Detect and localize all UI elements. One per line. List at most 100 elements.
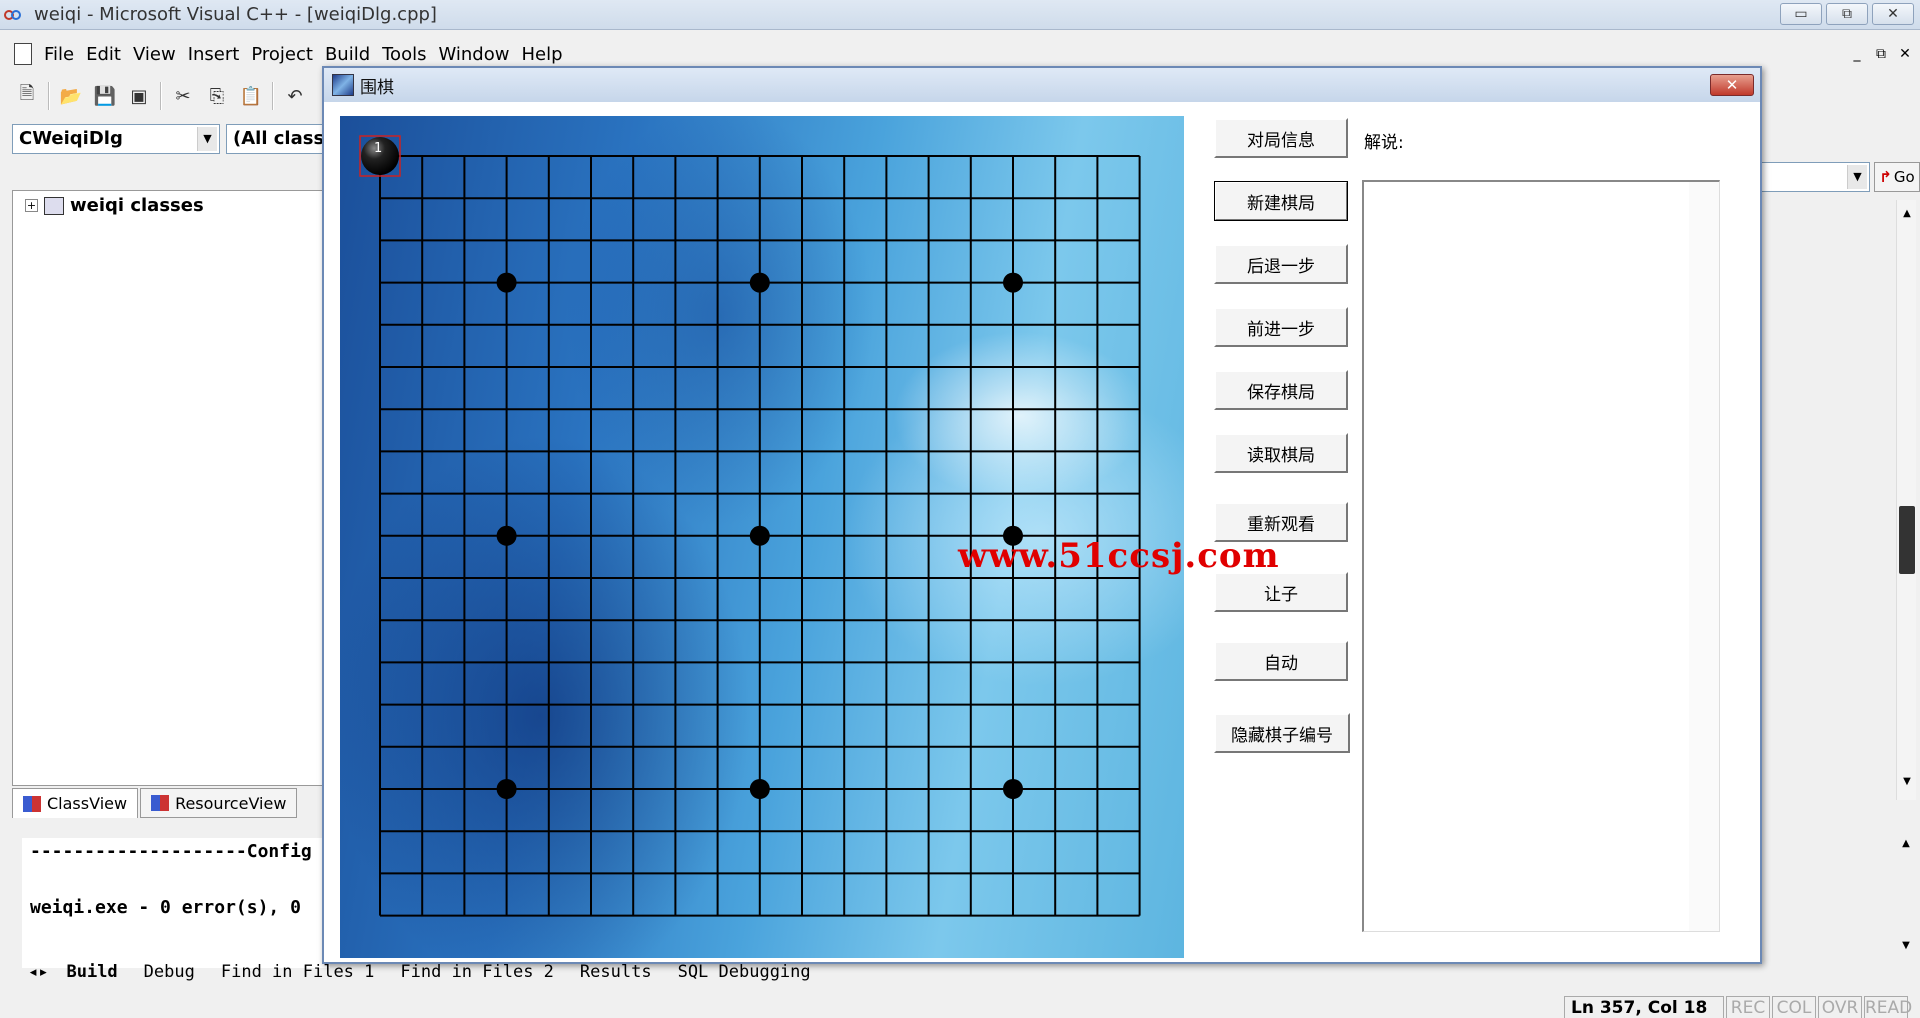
undo-move-button[interactable]: 后退一步 [1214, 244, 1348, 284]
tree-item-label: weiqi classes [70, 195, 204, 216]
hide-stone-numbers-button[interactable]: 隐藏棋子编号 [1214, 713, 1350, 753]
mdi-close-button[interactable]: ✕ [1894, 44, 1916, 64]
tab-find-in-files-2[interactable]: Find in Files 2 [392, 962, 562, 982]
classes-icon [44, 196, 64, 215]
chevron-down-icon[interactable]: ▼ [197, 127, 217, 151]
resourceview-icon [151, 795, 170, 811]
output-vertical-scrollbar[interactable]: ▲ ▼ [1896, 838, 1916, 968]
go-combo[interactable]: ▼ [1760, 162, 1870, 192]
save-all-icon[interactable]: ▣ [126, 83, 152, 109]
tab-resourceview[interactable]: ResourceView [140, 788, 298, 818]
menu-tools[interactable]: Tools [376, 44, 432, 65]
new-text-file-icon[interactable]: 🗎 [14, 83, 40, 109]
stone-number: 1 [374, 141, 382, 156]
dialog-titlebar: 围棋 ✕ [324, 68, 1760, 102]
scroll-up-icon[interactable]: ▲ [1899, 208, 1915, 226]
menu-project[interactable]: Project [245, 44, 319, 65]
tab-find-in-files-1[interactable]: Find in Files 1 [213, 962, 383, 982]
save-game-button[interactable]: 保存棋局 [1214, 370, 1348, 410]
auto-button[interactable]: 自动 [1214, 641, 1348, 681]
status-rec: REC [1726, 996, 1770, 1018]
ide-window-title: weiqi - Microsoft Visual C++ - [weiqiDlg… [34, 4, 437, 25]
cut-icon[interactable]: ✂ [170, 83, 196, 109]
class-combo-value: CWeiqiDlg [19, 128, 123, 149]
dialog-close-button[interactable]: ✕ [1710, 74, 1754, 96]
document-icon[interactable] [14, 43, 32, 65]
status-read: READ [1864, 996, 1913, 1018]
paste-icon[interactable]: 📋 [238, 83, 264, 109]
tab-debug[interactable]: Debug [136, 962, 203, 982]
tab-build[interactable]: Build [58, 962, 125, 982]
commentary-scroll-area[interactable] [1689, 182, 1719, 931]
status-ovr: OVR [1818, 996, 1862, 1018]
star-point [749, 272, 770, 293]
workspace-tabs: ClassView ResourceView [12, 788, 298, 820]
class-view-panel[interactable]: + weiqi classes [12, 190, 330, 786]
mdi-window-controls: _ ⧉ ✕ [1846, 44, 1916, 64]
member-combo-value: (All class m [233, 128, 325, 149]
menu-build[interactable]: Build [319, 44, 376, 65]
commentary-label: 解说: [1364, 133, 1404, 153]
save-icon[interactable]: 💾 [92, 83, 118, 109]
visual-cpp-icon [4, 6, 26, 24]
stone-black[interactable]: 1 [359, 135, 401, 177]
output-line: --------------------Config [30, 841, 312, 862]
tab-results[interactable]: Results [572, 962, 660, 982]
star-point [1003, 272, 1023, 293]
dialog-title: 围棋 [360, 77, 394, 98]
menu-insert[interactable]: Insert [182, 44, 246, 65]
mdi-restore-button[interactable]: ⧉ [1870, 44, 1892, 64]
menu-window[interactable]: Window [432, 44, 515, 65]
standard-toolbar: 🗎 📂 💾 ▣ ✂ ⎘ 📋 ↶ [0, 76, 330, 116]
tab-nav-arrows[interactable]: ◂▸ [28, 962, 48, 982]
tab-classview[interactable]: ClassView [12, 788, 139, 818]
status-col: COL [1772, 996, 1816, 1018]
tree-item-weiqi-classes[interactable]: + weiqi classes [25, 195, 204, 216]
tab-label: ResourceView [175, 793, 287, 813]
dialog-app-icon [332, 74, 354, 96]
chevron-down-icon[interactable]: ▼ [1847, 165, 1867, 189]
commentary-textbox[interactable] [1362, 180, 1720, 932]
load-game-button[interactable]: 读取棋局 [1214, 433, 1348, 473]
star-point [749, 779, 770, 799]
redo-move-button[interactable]: 前进一步 [1214, 307, 1348, 347]
scroll-down-icon[interactable]: ▼ [1899, 776, 1915, 794]
star-point [749, 525, 770, 546]
toolbar-separator [160, 82, 162, 110]
minimize-button[interactable]: ▭ [1780, 3, 1822, 25]
menu-help[interactable]: Help [515, 44, 568, 65]
mdi-minimize-button[interactable]: _ [1846, 44, 1868, 64]
close-button[interactable]: ✕ [1872, 3, 1914, 25]
open-folder-icon[interactable]: 📂 [58, 83, 84, 109]
scroll-up-icon[interactable]: ▲ [1898, 838, 1914, 856]
restore-button[interactable]: ⧉ [1826, 3, 1868, 25]
ide-window-controls: ▭ ⧉ ✕ [1780, 3, 1914, 25]
menu-file[interactable]: File [38, 44, 80, 65]
menu-edit[interactable]: Edit [80, 44, 127, 65]
editor-vertical-scrollbar[interactable]: ▲ ▼ [1896, 200, 1916, 800]
weiqi-dialog: 围棋 ✕ 1 对局信息 新建棋局 后退一步 前进一步 保存棋局 读取棋局 重新观… [322, 66, 1762, 964]
cursor-position: Ln 357, Col 18 [1564, 996, 1724, 1018]
output-line: weiqi.exe - 0 error(s), 0 [30, 897, 301, 918]
scroll-thumb[interactable] [1899, 506, 1915, 574]
output-pane: --------------------Config weiqi.exe - 0… [22, 838, 330, 968]
new-game-button[interactable]: 新建棋局 [1214, 181, 1348, 221]
go-label: Go [1893, 168, 1915, 186]
output-scrollbar[interactable] [4, 842, 18, 968]
copy-icon[interactable]: ⎘ [204, 83, 230, 109]
member-combo[interactable]: (All class m [226, 124, 326, 154]
menu-view[interactable]: View [127, 44, 182, 65]
status-flags: REC COL OVR READ [1726, 996, 1913, 1018]
game-info-button[interactable]: 对局信息 [1214, 118, 1348, 158]
classview-icon [23, 795, 41, 812]
undo-icon[interactable]: ↶ [282, 83, 308, 109]
watermark-text: www.51ccsj.com [958, 536, 1280, 576]
handicap-button[interactable]: 让子 [1214, 572, 1348, 612]
scroll-down-icon[interactable]: ▼ [1898, 940, 1914, 958]
toolbar-separator [48, 82, 50, 110]
tab-sql-debugging[interactable]: SQL Debugging [670, 962, 819, 982]
class-combo[interactable]: CWeiqiDlg ▼ [12, 124, 220, 154]
go-button[interactable]: ↱ Go [1874, 162, 1920, 192]
expand-icon[interactable]: + [25, 199, 38, 212]
